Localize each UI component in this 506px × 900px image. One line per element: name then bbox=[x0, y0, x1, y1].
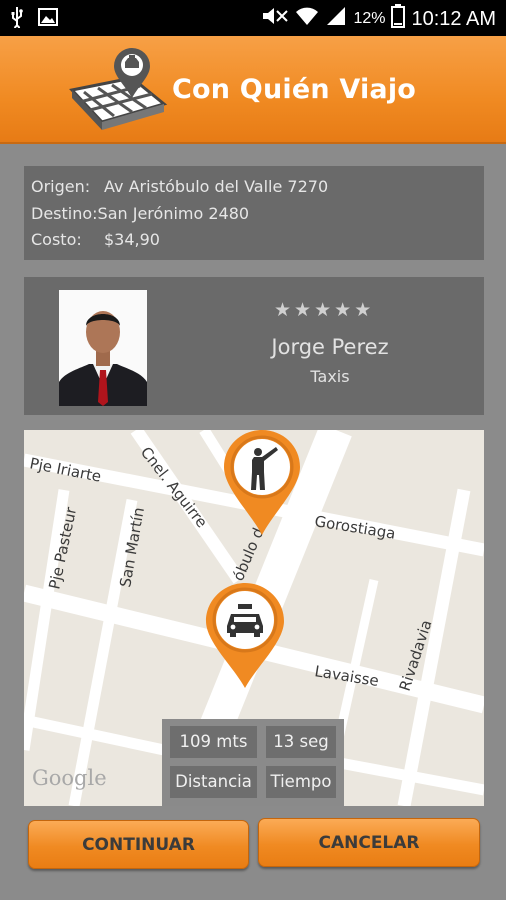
battery-icon bbox=[391, 4, 406, 34]
time-label: Tiempo bbox=[266, 766, 336, 798]
star-icon: ★ bbox=[274, 299, 292, 321]
driver-name: Jorge Perez bbox=[271, 335, 389, 359]
app-title: Con Quién Viajo bbox=[172, 74, 417, 105]
distance-label: Distancia bbox=[170, 766, 257, 798]
image-icon bbox=[38, 8, 58, 30]
app-logo-icon bbox=[62, 40, 172, 140]
map-attribution: Google bbox=[32, 766, 107, 790]
trip-stats: 109 mts 13 seg Distancia Tiempo bbox=[162, 719, 344, 806]
distance-value: 109 mts bbox=[170, 726, 257, 758]
cost-row: Costo: $34,90 bbox=[31, 227, 477, 254]
mute-icon bbox=[261, 5, 289, 33]
origin-label: Origen: bbox=[31, 177, 91, 196]
destination-label: Destino: bbox=[31, 203, 98, 223]
star-icon: ★ bbox=[354, 299, 372, 321]
battery-percent: 12% bbox=[353, 10, 386, 27]
time-value: 13 seg bbox=[266, 726, 336, 758]
driver-company: Taxis bbox=[310, 367, 350, 386]
clock: 10:12 AM bbox=[411, 7, 496, 30]
wifi-icon bbox=[295, 6, 319, 32]
origin-row: Origen: Av Aristóbulo del Valle 7270 bbox=[31, 174, 477, 201]
map-view[interactable]: Pje Iriarte Cnel. Aguirre Pje Pasteur Sa… bbox=[24, 430, 484, 806]
origin-value: Av Aristóbulo del Valle 7270 bbox=[104, 177, 329, 196]
usb-icon bbox=[10, 6, 24, 32]
cost-label: Costo: bbox=[31, 230, 82, 249]
driver-photo bbox=[59, 290, 147, 406]
star-icon: ★ bbox=[314, 299, 332, 321]
destination-row: Destino:San Jerónimo 2480 bbox=[31, 201, 477, 228]
app-header: Con Quién Viajo bbox=[0, 36, 506, 144]
trip-info-panel: Origen: Av Aristóbulo del Valle 7270 Dest… bbox=[24, 166, 484, 260]
destination-value: San Jerónimo 2480 bbox=[97, 203, 250, 223]
driver-card: ★ ★ ★ ★ ★ Jorge Perez Taxis bbox=[24, 277, 484, 415]
star-icon: ★ bbox=[294, 299, 312, 321]
status-bar: 12% 10:12 AM bbox=[0, 0, 506, 36]
driver-rating: ★ ★ ★ ★ ★ bbox=[274, 299, 371, 321]
continue-button[interactable]: CONTINUAR bbox=[28, 820, 249, 869]
cancel-button[interactable]: CANCELAR bbox=[258, 818, 480, 867]
cost-value: $34,90 bbox=[104, 230, 160, 249]
signal-icon bbox=[325, 6, 347, 32]
star-icon: ★ bbox=[334, 299, 352, 321]
